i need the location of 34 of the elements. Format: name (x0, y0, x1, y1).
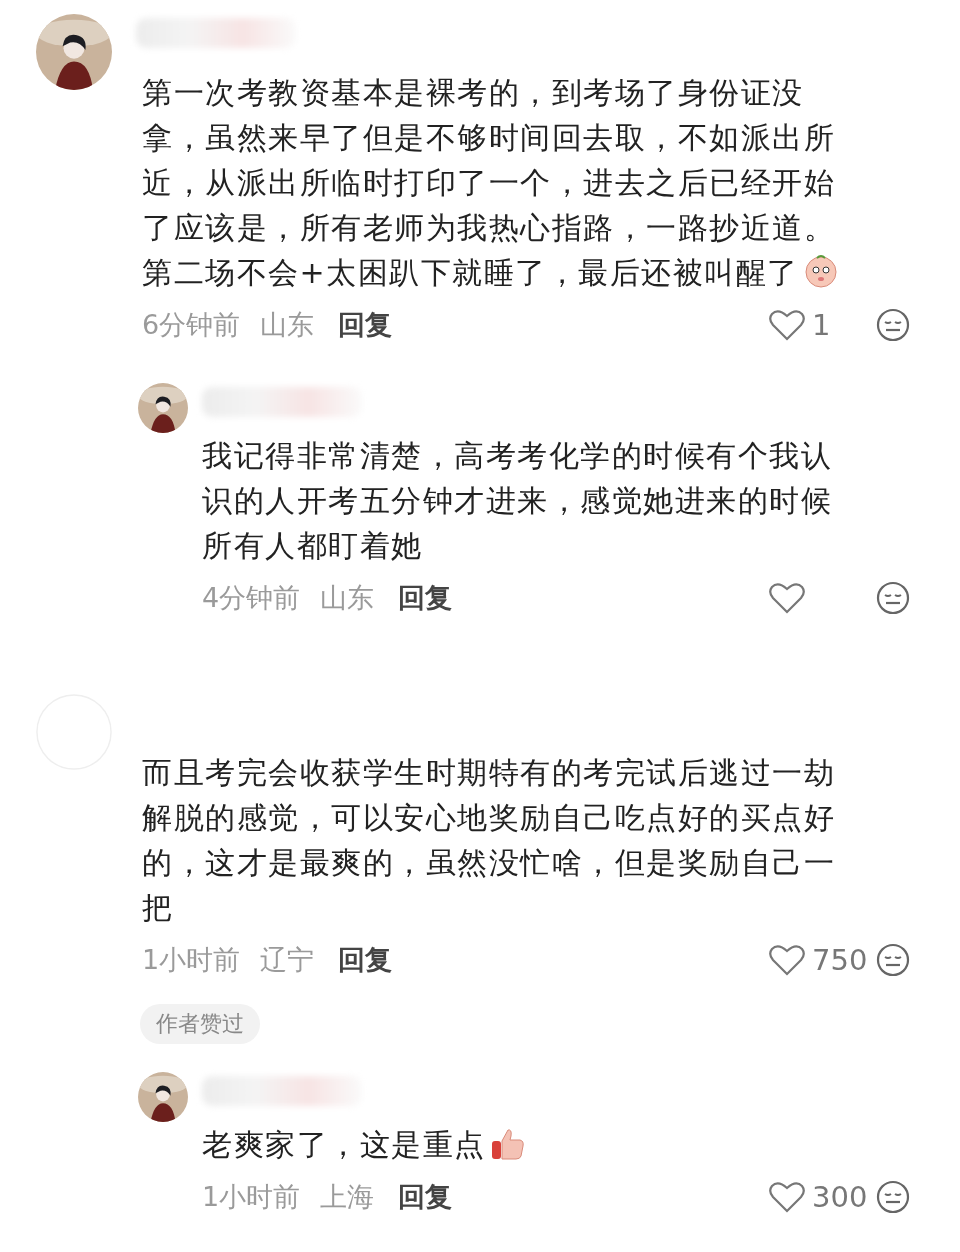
comment-location: 山东 (260, 308, 315, 342)
reply-link[interactable]: 回复 (398, 580, 453, 616)
dislike-button[interactable] (876, 308, 910, 342)
blushing-face-icon (802, 253, 839, 289)
dislike-face-icon (876, 943, 910, 977)
dislike-face-icon (876, 1180, 910, 1214)
thumbs-up-icon (489, 1127, 526, 1161)
comment-time: 6分钟前 (142, 308, 241, 342)
dislike-button[interactable] (876, 581, 910, 615)
heart-icon (768, 308, 806, 342)
like-button[interactable]: 750 (768, 943, 868, 977)
reply-link[interactable]: 回复 (338, 307, 393, 343)
comment-text: 我记得非常清楚，高考考化学的时候有个我认 识的人开考五分钟才进来，感觉她进来的时候 所有人都盯着她 (202, 437, 833, 565)
comment-location: 上海 (320, 1180, 375, 1214)
dislike-face-icon (876, 308, 910, 342)
comment-time: 1小时前 (202, 1180, 301, 1214)
comment-time: 4分钟前 (202, 581, 301, 615)
dislike-face-icon (876, 581, 910, 615)
like-button[interactable]: 300 (768, 1180, 868, 1214)
comment-text: 第一次考教资基本是裸考的，到考场了身份证没 拿，虽然来早了但是不够时间回去取，不如派出所 近，从派出所临时打印了一个，进去之后已经开始 了应该是，所有老师为我热心指路，一路抄近道。 第二场不会+太困趴下就睡了，最后还被叫醒了 (142, 70, 910, 295)
dislike-button[interactable] (876, 943, 910, 977)
author-liked-badge: 作者赞过 (140, 1004, 260, 1044)
comment-location: 辽宁 (260, 943, 315, 977)
comment-text: 而且考完会收获学生时期特有的考完试后逃过一劫 解脱的感觉，可以安心地奖励自己吃点好的买点好 的，这才是最爽的，虽然没忙啥，但是奖励自己一 把 (142, 754, 836, 927)
heart-icon (768, 581, 806, 615)
like-button[interactable]: 1 (768, 308, 868, 342)
heart-icon (768, 943, 806, 977)
reply-link[interactable]: 回复 (398, 1179, 453, 1215)
comment-time: 1小时前 (142, 943, 241, 977)
comment-text: 老爽家了，这是重点 (202, 1122, 910, 1167)
reply-link[interactable]: 回复 (338, 942, 393, 978)
comment-location: 山东 (320, 581, 375, 615)
heart-icon (768, 1180, 806, 1214)
dislike-button[interactable] (876, 1180, 910, 1214)
